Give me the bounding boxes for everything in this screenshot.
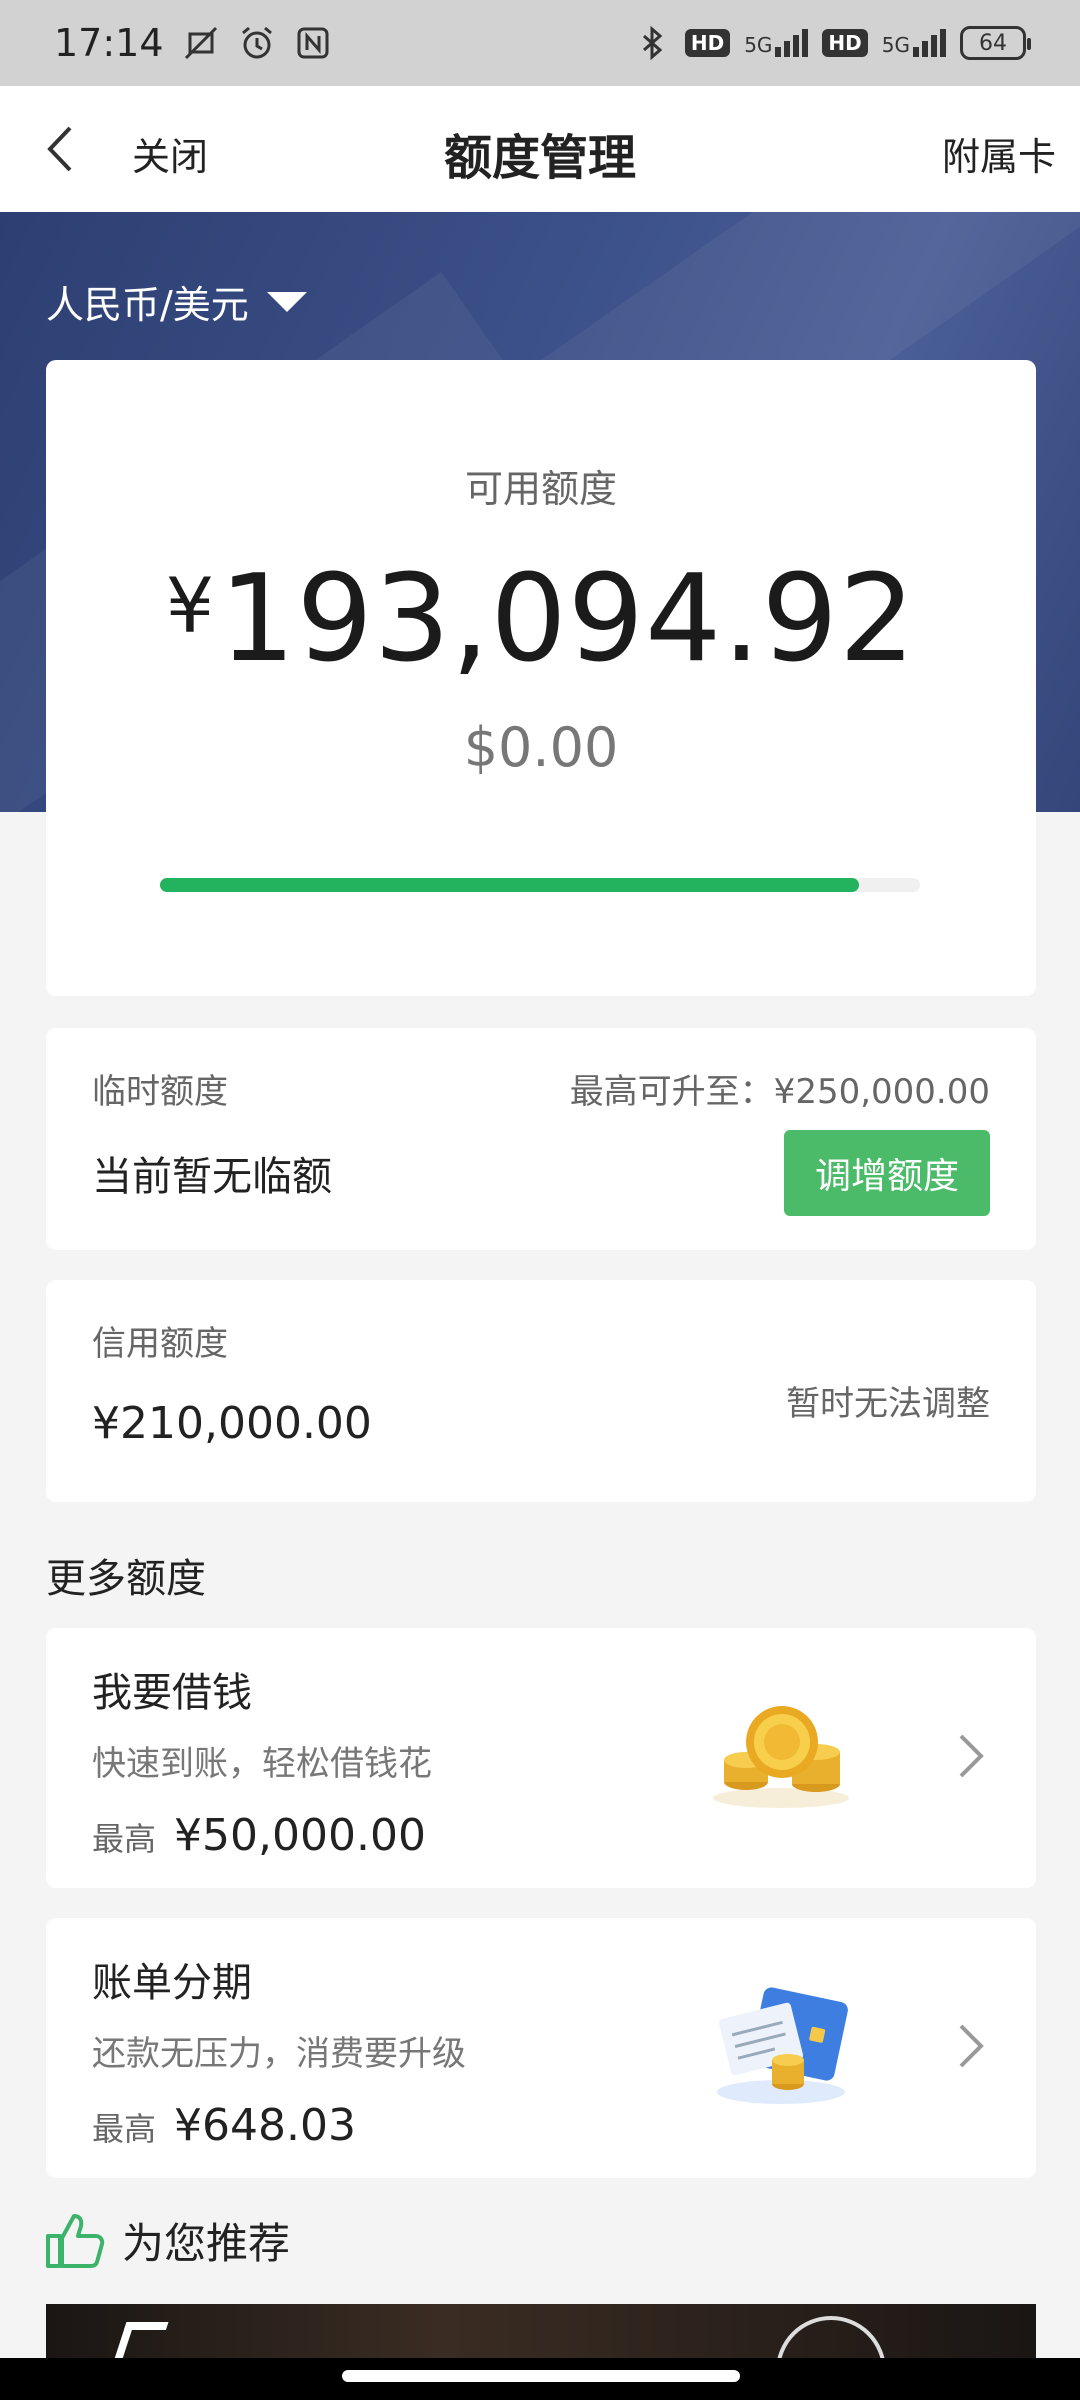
- currency-switch-label: 人民币/美元: [46, 283, 249, 327]
- product-description: 快速到账，轻松借钱花: [92, 1744, 432, 1784]
- recommend-banner[interactable]: [46, 2304, 1036, 2358]
- hd-badge: HD: [684, 29, 731, 57]
- brand-logo: [113, 2322, 169, 2358]
- limit-progress-bar: [160, 878, 920, 892]
- product-max-label: 最高: [92, 1820, 157, 1858]
- product-max-value: ¥50,000.00: [174, 1810, 426, 1861]
- chevron-right-icon: [959, 1734, 984, 1778]
- system-navigation-bar: [0, 2358, 1080, 2400]
- nfc-icon: [294, 24, 332, 62]
- portrait-image: [776, 2316, 886, 2358]
- recommend-title: 为您推荐: [122, 2218, 291, 2268]
- yen-symbol: ¥: [165, 561, 216, 650]
- product-max-value: ¥648.03: [174, 2100, 356, 2151]
- supplementary-card-button[interactable]: 附属卡: [942, 126, 1056, 181]
- product-max: 最高 ¥648.03: [92, 2100, 356, 2151]
- network-type: 5G: [881, 33, 910, 57]
- hd-badge: HD: [822, 29, 868, 57]
- chevron-right-icon: [959, 2024, 984, 2068]
- network-type: 5G: [744, 33, 773, 57]
- limit-progress-fill: [160, 878, 860, 892]
- available-limit-label: 可用额度: [464, 467, 617, 511]
- recommend-header: 为您推荐: [42, 2208, 290, 2272]
- available-limit-card: 可用额度 ¥193,094.92 $0.00: [46, 360, 1036, 996]
- home-indicator[interactable]: [342, 2370, 740, 2382]
- bill-installment-icon: [706, 1980, 856, 2110]
- credit-limit-note: 暂时无法调整: [786, 1384, 990, 1424]
- alarm-icon: [238, 24, 276, 62]
- signal-icon: 5G: [882, 29, 946, 57]
- battery-level: 64: [979, 30, 1007, 56]
- thumbs-up-icon: [46, 2214, 105, 2268]
- credit-limit-amount: ¥210,000.00: [92, 1398, 372, 1449]
- available-usd-amount: $0.00: [463, 716, 619, 779]
- bluetooth-icon: [633, 24, 671, 62]
- status-right-icons: HD 5G HD 5G 64: [633, 24, 1031, 62]
- close-button[interactable]: 关闭: [132, 126, 208, 181]
- loan-product-card[interactable]: 我要借钱 快速到账，轻松借钱花 最高 ¥50,000.00: [46, 1628, 1036, 1888]
- temporary-limit-status: 当前暂无临额: [92, 1154, 332, 1200]
- credit-limit-card: 信用额度 ¥210,000.00 暂时无法调整: [46, 1280, 1036, 1502]
- status-time: 17:14: [54, 21, 164, 65]
- more-limits-title: 更多额度: [46, 1556, 206, 1602]
- battery-icon: 64: [960, 26, 1031, 60]
- back-arrow-icon[interactable]: [34, 124, 84, 174]
- caret-down-icon: [266, 291, 307, 312]
- product-max-label: 最高: [92, 2110, 157, 2148]
- signal-icon: 5G: [744, 29, 809, 57]
- product-description: 还款无压力，消费要升级: [92, 2034, 466, 2074]
- currency-switch[interactable]: 人民币/美元: [46, 274, 307, 329]
- product-max: 最高 ¥50,000.00: [92, 1810, 426, 1861]
- temporary-limit-card: 临时额度 最高可升至：¥250,000.00 当前暂无临额 调增额度: [46, 1028, 1036, 1250]
- credit-limit-label: 信用额度: [92, 1324, 228, 1364]
- installment-product-card[interactable]: 账单分期 还款无压力，消费要升级 最高 ¥648.03: [46, 1918, 1036, 2178]
- nav-bar: 关闭 额度管理 附属卡: [0, 86, 1080, 212]
- muted-vibrate-icon: [182, 24, 220, 62]
- temporary-limit-max: 最高可升至：¥250,000.00: [569, 1072, 990, 1112]
- status-left-icons: [182, 24, 332, 62]
- product-title: 账单分期: [92, 1960, 252, 2006]
- gold-coins-icon: [706, 1690, 856, 1820]
- increase-limit-button[interactable]: 调增额度: [784, 1130, 990, 1216]
- temporary-limit-label: 临时额度: [92, 1072, 228, 1112]
- available-cny-value: 193,094.92: [219, 550, 917, 689]
- available-cny-amount: ¥193,094.92: [46, 550, 1036, 689]
- status-bar: 17:14 HD 5G HD 5G 64: [0, 0, 1080, 86]
- product-title: 我要借钱: [92, 1670, 252, 1716]
